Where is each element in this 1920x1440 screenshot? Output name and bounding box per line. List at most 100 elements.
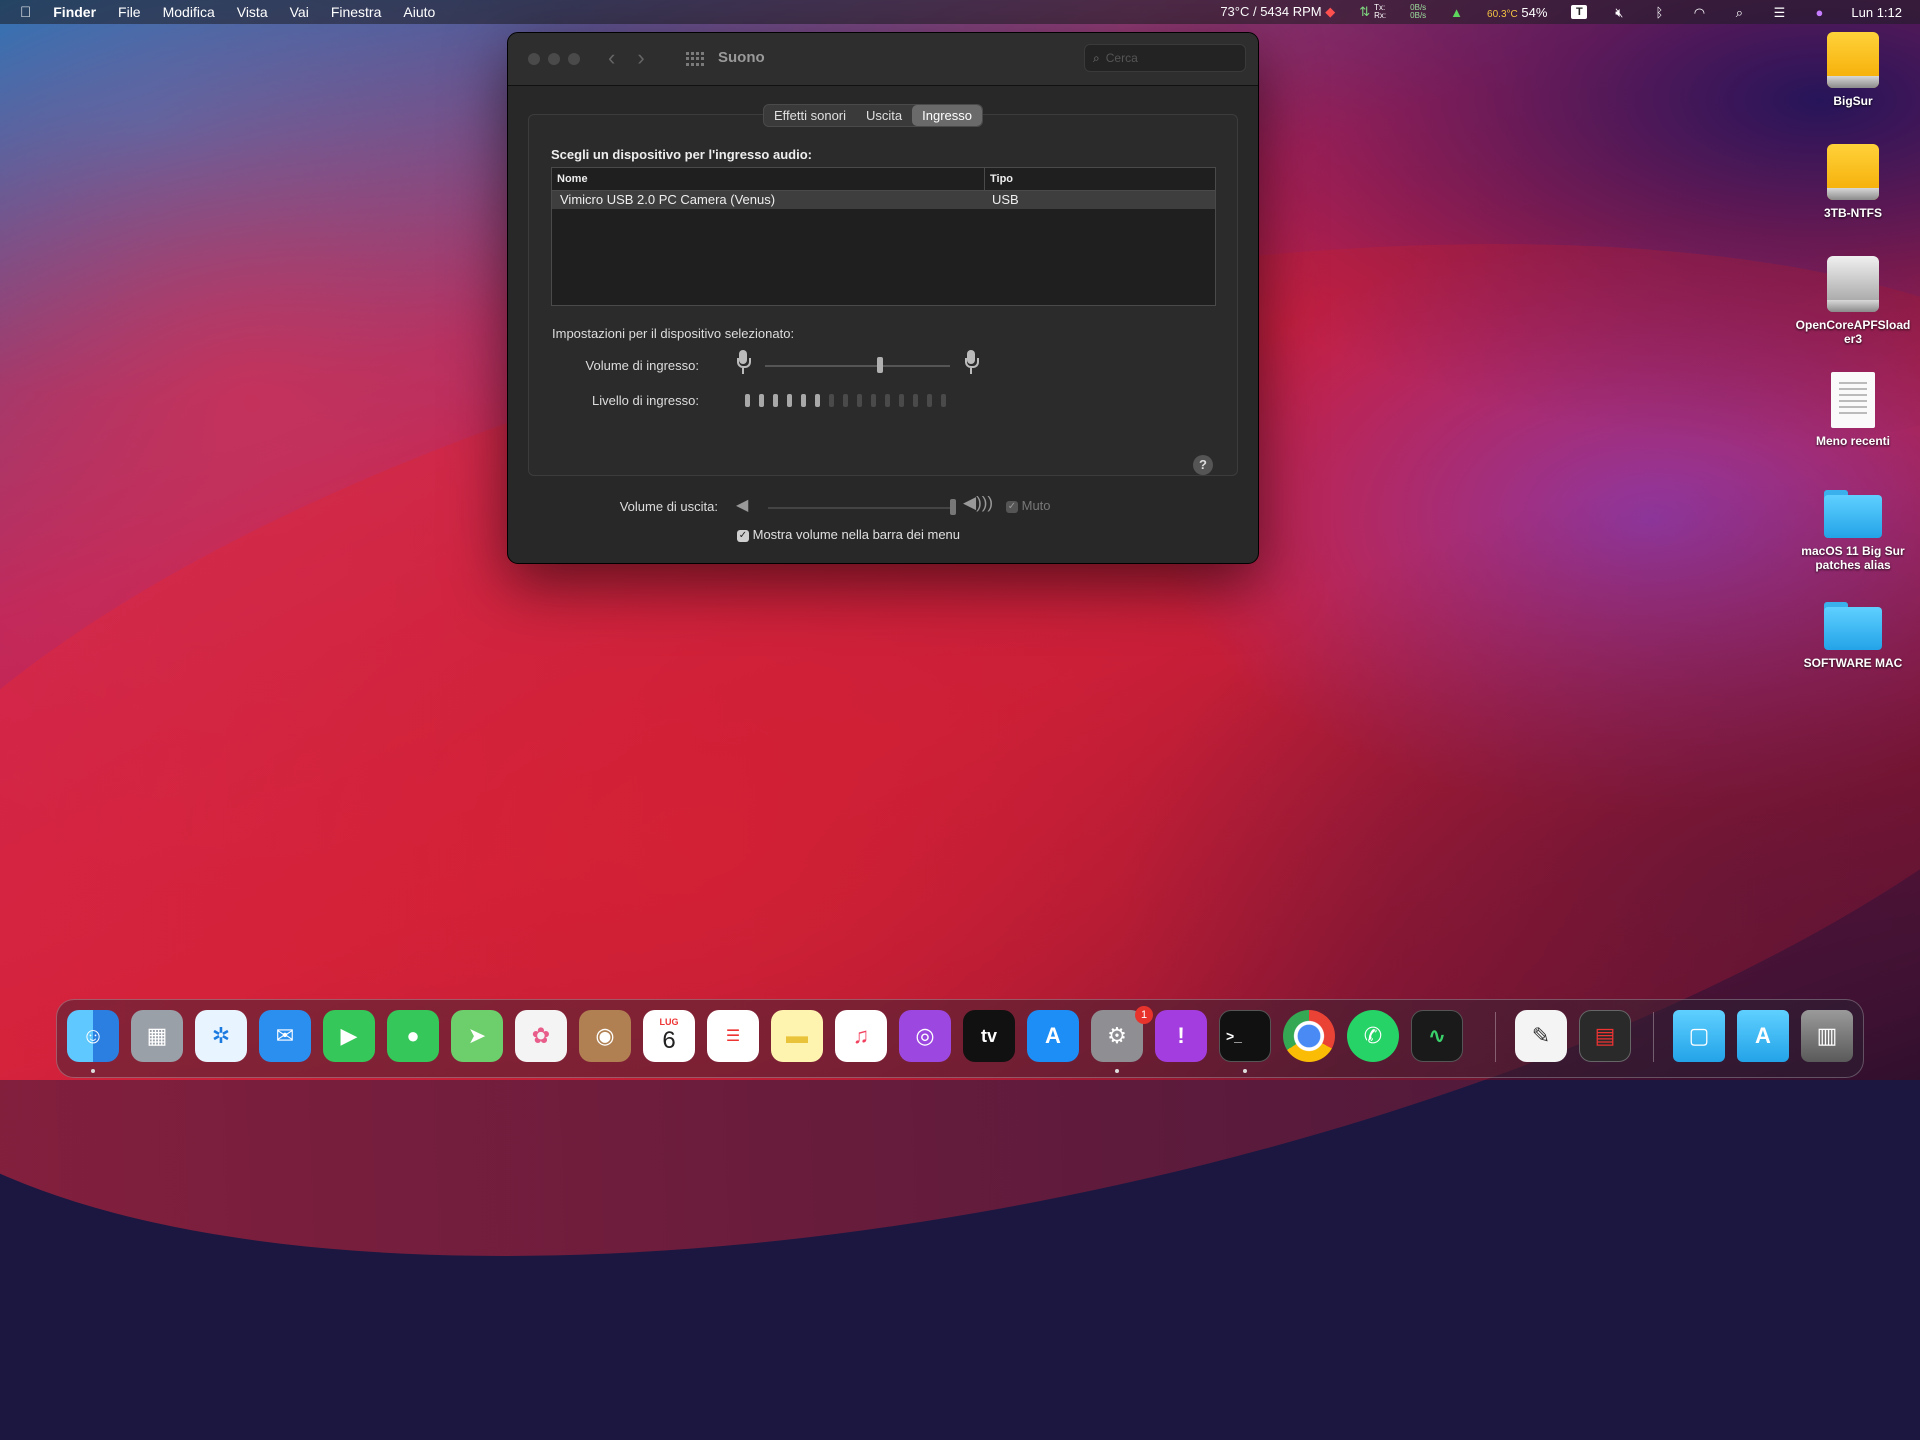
safari-icon[interactable]: ✲: [195, 1010, 247, 1062]
desktop-icon-bigsur[interactable]: BigSur: [1793, 32, 1913, 108]
level-bar: [857, 394, 862, 407]
upload-icon[interactable]: ▲: [1450, 5, 1463, 20]
bluetooth-icon[interactable]: ᛒ: [1651, 5, 1667, 20]
desktop-icon-label: 3TB-NTFS: [1824, 206, 1882, 220]
net-rx-value: 0B/s: [1410, 11, 1427, 20]
input-volume-slider-track[interactable]: [765, 365, 950, 367]
apple-menu-icon[interactable]: : [20, 4, 31, 21]
contacts-icon[interactable]: ◉: [579, 1010, 631, 1062]
finder-icon[interactable]: ☺: [67, 1010, 119, 1062]
terminal-icon[interactable]: >_: [1219, 1010, 1271, 1062]
console-icon[interactable]: ▤: [1579, 1010, 1631, 1062]
drive-icon: [1827, 32, 1879, 88]
desktop-icon-label: SOFTWARE MAC: [1803, 656, 1903, 670]
mute-option[interactable]: ✓ Muto: [1006, 498, 1051, 513]
volume-muted-icon[interactable]: 🔇︎: [1611, 5, 1627, 20]
desktop-icon-macos-patches[interactable]: macOS 11 Big Sur patches alias: [1793, 490, 1913, 572]
desktop-icon-software-mac[interactable]: SOFTWARE MAC: [1793, 602, 1913, 670]
music-icon[interactable]: ♫: [835, 1010, 887, 1062]
reminders-icon[interactable]: ☰: [707, 1010, 759, 1062]
search-placeholder: Cerca: [1105, 51, 1138, 65]
temp-rpm-text: 73°C / 5434 RPM: [1220, 4, 1322, 19]
network-rate[interactable]: 0B/s 0B/s: [1410, 4, 1426, 20]
desktop-icon-meno-recenti[interactable]: Meno recenti: [1793, 372, 1913, 448]
spotlight-search-icon[interactable]: ⌕: [1731, 5, 1747, 20]
window-title: Suono: [718, 49, 765, 66]
chrome-icon[interactable]: [1283, 1010, 1335, 1062]
desktop-icon-label: OpenCoreAPFSloader3: [1795, 318, 1911, 346]
desktop-icon-3tb-ntfs[interactable]: 3TB-NTFS: [1793, 144, 1913, 220]
folder-icon: [1824, 602, 1882, 650]
tab-ingresso[interactable]: Ingresso: [912, 105, 983, 126]
textedit-icon[interactable]: ✎: [1515, 1010, 1567, 1062]
level-bar: [745, 394, 750, 407]
menu-app-finder[interactable]: Finder: [53, 4, 96, 20]
menu-vista[interactable]: Vista: [237, 4, 268, 20]
mail-icon[interactable]: ✉: [259, 1010, 311, 1062]
temp-rpm-status[interactable]: 73°C / 5434 RPM ◆: [1220, 4, 1335, 20]
output-volume-slider-track[interactable]: [768, 507, 953, 509]
cpu-status[interactable]: 60.3°C 54%: [1487, 5, 1547, 20]
desktop-icon-label: BigSur: [1833, 94, 1873, 108]
apple-tv-icon[interactable]: tv: [963, 1010, 1015, 1062]
trash-icon[interactable]: ▥: [1801, 1010, 1853, 1062]
applications-folder-icon[interactable]: A: [1737, 1010, 1789, 1062]
forward-arrow-icon[interactable]: ›: [637, 45, 644, 71]
notes-icon[interactable]: ▬: [771, 1010, 823, 1062]
activity-monitor-icon[interactable]: ∿: [1411, 1010, 1463, 1062]
close-button[interactable]: [528, 53, 540, 65]
show-all-grid-icon[interactable]: [686, 52, 704, 66]
help-button[interactable]: ?: [1193, 455, 1213, 475]
battery-percent: 54%: [1521, 4, 1548, 20]
level-bar: [899, 394, 904, 407]
siri-icon[interactable]: ●: [1811, 5, 1827, 20]
whatsapp-icon[interactable]: ✆: [1347, 1010, 1399, 1062]
device-type-cell: USB: [992, 192, 1019, 207]
feedback-assistant-icon[interactable]: !: [1155, 1010, 1207, 1062]
back-arrow-icon[interactable]: ‹: [608, 45, 615, 71]
net-rx-label: Rx:: [1374, 11, 1387, 20]
documents-folder-icon[interactable]: ▢: [1673, 1010, 1725, 1062]
menu-file[interactable]: File: [118, 4, 141, 20]
search-field[interactable]: ⌕ Cerca: [1084, 44, 1246, 72]
calendar-icon[interactable]: LUG 6: [643, 1010, 695, 1062]
dock-separator: [1495, 1012, 1496, 1062]
table-row[interactable]: Vimicro USB 2.0 PC Camera (Venus) USB: [552, 191, 1215, 209]
launchpad-icon[interactable]: ▦: [131, 1010, 183, 1062]
menu-aiuto[interactable]: Aiuto: [403, 4, 435, 20]
tab-uscita[interactable]: Uscita: [856, 105, 912, 126]
facetime-icon[interactable]: ▶: [323, 1010, 375, 1062]
app-store-icon[interactable]: A: [1027, 1010, 1079, 1062]
tab-effetti-sonori[interactable]: Effetti sonori: [764, 105, 856, 126]
level-bar: [941, 394, 946, 407]
messages-icon[interactable]: ●: [387, 1010, 439, 1062]
mute-checkbox[interactable]: ✓: [1006, 500, 1018, 513]
menu-vai[interactable]: Vai: [290, 4, 309, 20]
network-status[interactable]: ⇅ Tx: Rx:: [1359, 4, 1386, 20]
photos-icon[interactable]: ✿: [515, 1010, 567, 1062]
podcasts-icon[interactable]: ◎: [899, 1010, 951, 1062]
document-icon: [1831, 372, 1875, 428]
show-volume-checkbox[interactable]: ✓: [737, 529, 749, 542]
maps-icon[interactable]: ➤: [451, 1010, 503, 1062]
output-volume-label: Volume di uscita:: [619, 499, 718, 514]
input-volume-slider-knob[interactable]: [876, 357, 883, 373]
column-header-nome[interactable]: Nome: [552, 168, 985, 190]
column-header-tipo[interactable]: Tipo: [985, 168, 1013, 190]
minimize-button[interactable]: [548, 53, 560, 65]
wifi-icon[interactable]: ◠: [1691, 5, 1707, 20]
input-level-label: Livello di ingresso:: [592, 393, 699, 408]
menu-modifica[interactable]: Modifica: [163, 4, 215, 20]
menubar-clock[interactable]: Lun 1:12: [1851, 5, 1902, 20]
zoom-button[interactable]: [568, 53, 580, 65]
sound-preferences-window: ‹ › Suono ⌕ Cerca Effetti sonori Uscita …: [507, 32, 1259, 564]
control-center-icon[interactable]: ☰: [1771, 5, 1787, 20]
running-indicator: [91, 1069, 95, 1073]
menu-finestra[interactable]: Finestra: [331, 4, 382, 20]
nav-arrows: ‹ ›: [608, 45, 645, 71]
desktop-icon-opencore[interactable]: OpenCoreAPFSloader3: [1793, 256, 1913, 346]
level-bar: [829, 394, 834, 407]
text-t-icon[interactable]: T: [1571, 5, 1588, 19]
output-volume-slider-knob[interactable]: [950, 499, 956, 515]
show-volume-option[interactable]: ✓ Mostra volume nella barra dei menu: [737, 527, 960, 542]
